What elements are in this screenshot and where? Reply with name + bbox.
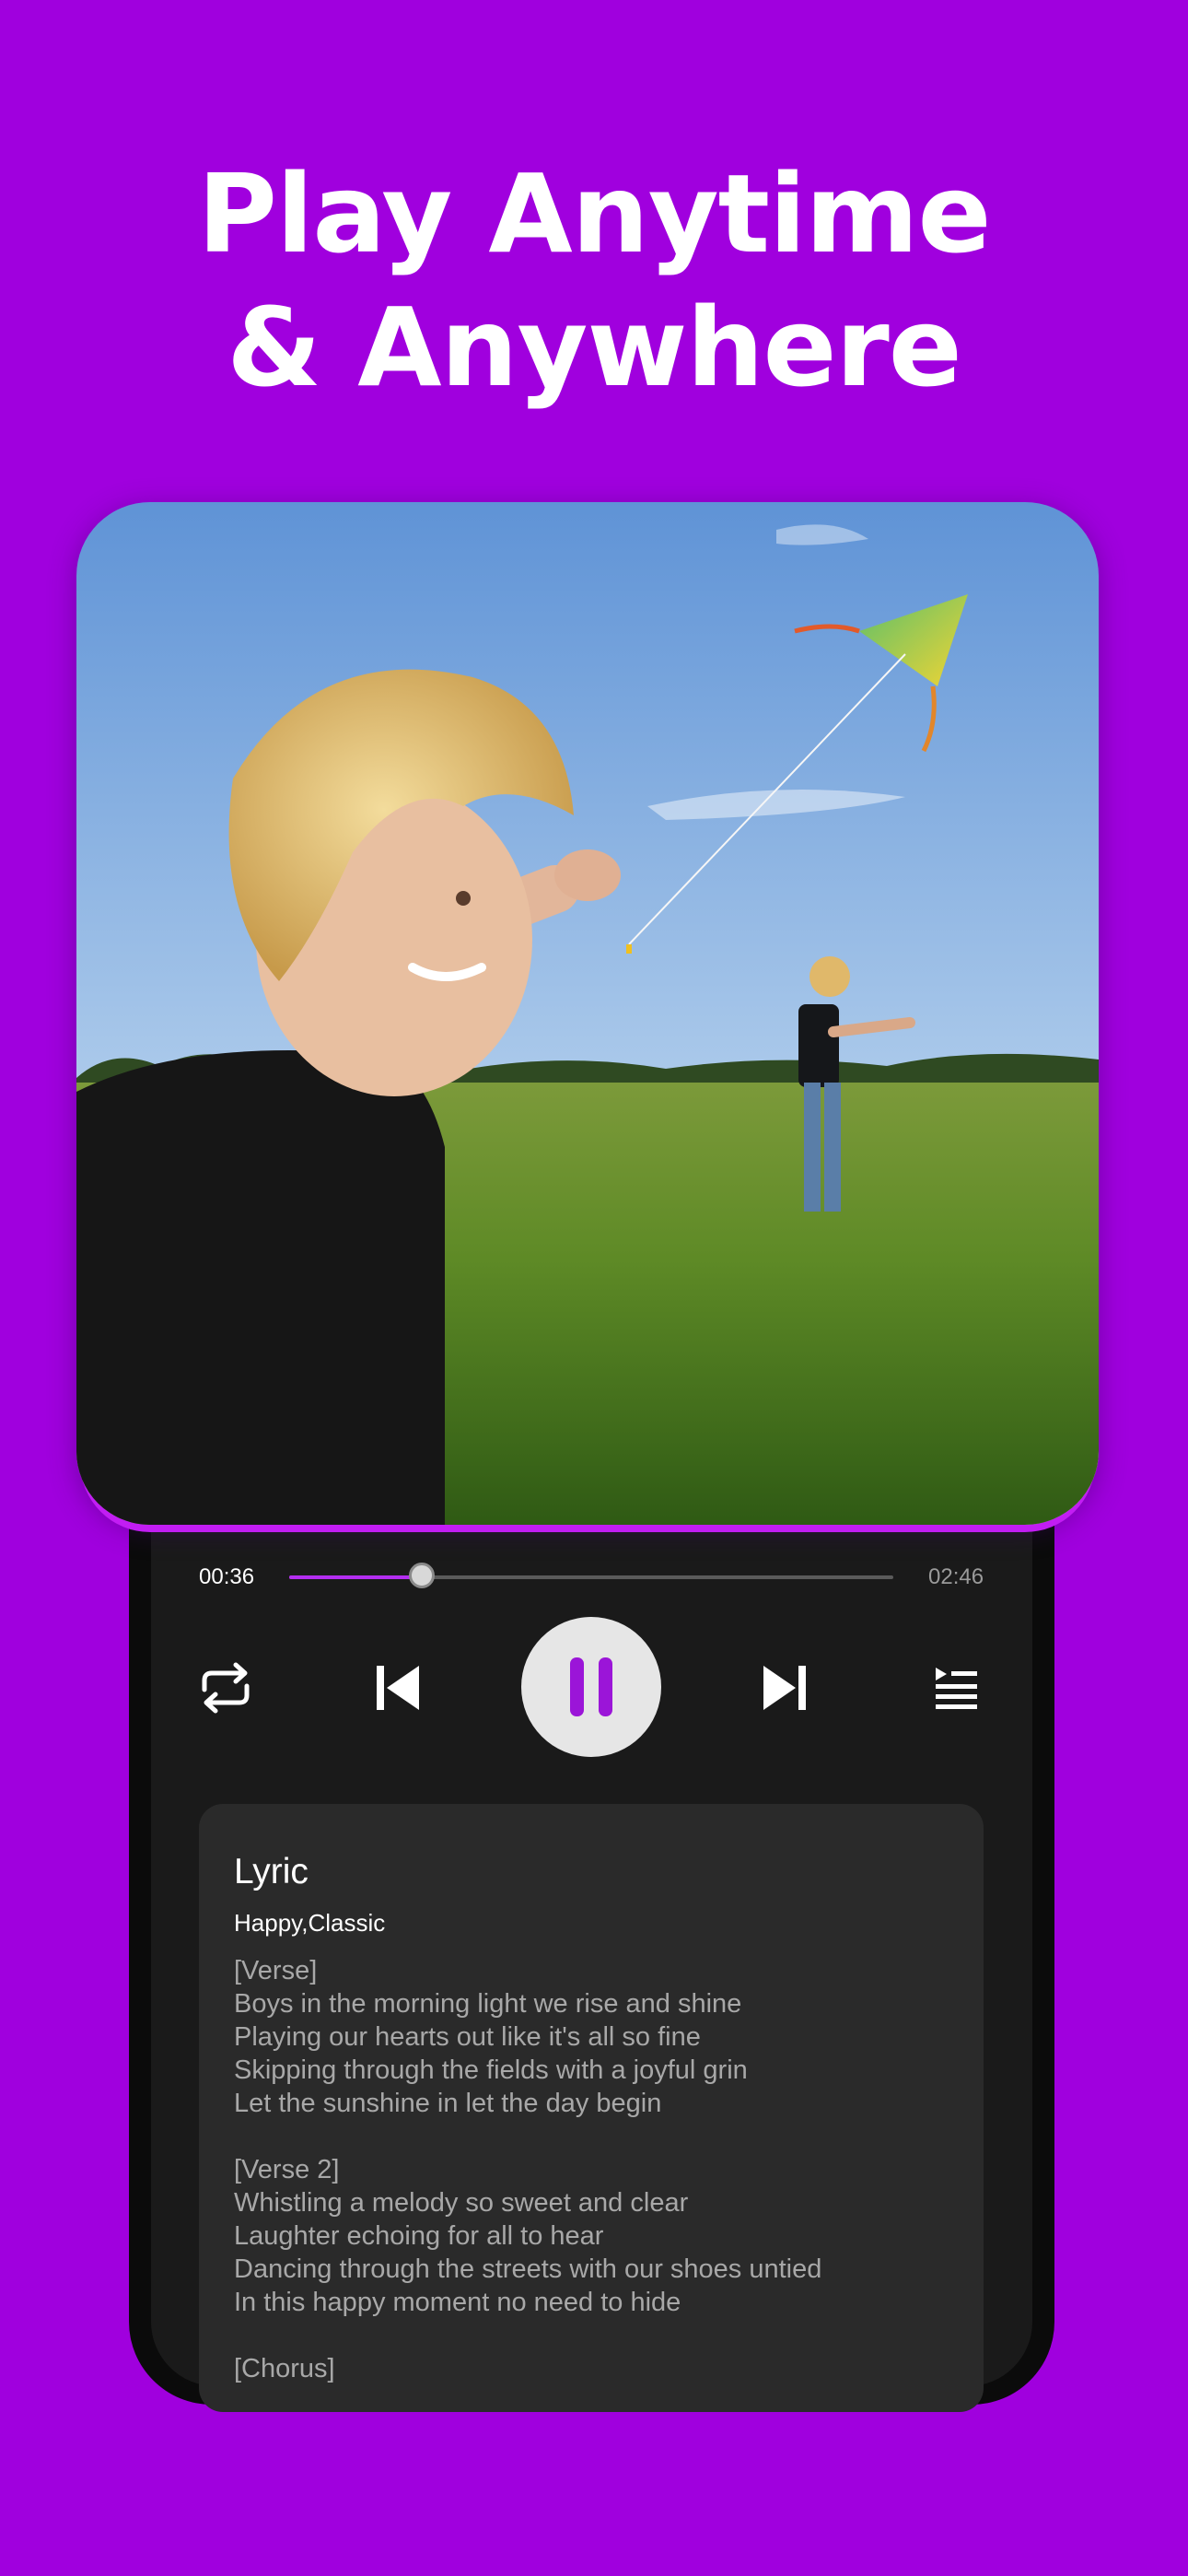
- seek-bar[interactable]: [289, 1563, 893, 1588]
- skip-next-icon: [763, 1666, 806, 1710]
- lyric-line: [Chorus]: [234, 2354, 335, 2383]
- previous-button[interactable]: [368, 1658, 427, 1717]
- lyric-line: Boys in the morning light we rise and sh…: [234, 1989, 742, 2019]
- lyrics-title: Lyric: [234, 1852, 309, 1891]
- pause-icon: [570, 1657, 612, 1716]
- lyric-line: [234, 2319, 956, 2352]
- headline: Play Anytime & Anywhere: [0, 147, 1188, 415]
- lyric-line: [Verse]: [234, 1956, 318, 1985]
- lyric-line: Dancing through the streets with our sho…: [234, 2254, 822, 2284]
- total-duration: 02:46: [928, 1564, 984, 1589]
- lyrics-card[interactable]: Lyric Happy,Classic [Verse] Boys in the …: [199, 1804, 984, 2412]
- lyric-line: In this happy moment no need to hide: [234, 2288, 681, 2317]
- lyric-line: Let the sunshine in let the day begin: [234, 2089, 662, 2118]
- skip-previous-icon: [377, 1666, 419, 1710]
- lyric-line: Laughter echoing for all to hear: [234, 2221, 604, 2251]
- next-button[interactable]: [755, 1658, 814, 1717]
- repeat-button[interactable]: [193, 1658, 258, 1717]
- album-artwork: [76, 502, 1099, 1525]
- lyric-line: Playing our hearts out like it's all so …: [234, 2022, 701, 2052]
- lyric-line: [234, 2120, 956, 2153]
- lyric-line: [Verse 2]: [234, 2155, 340, 2184]
- pause-button[interactable]: [521, 1617, 661, 1757]
- lyric-line: Skipping through the fields with a joyfu…: [234, 2055, 748, 2085]
- lyric-line: Whistling a melody so sweet and clear: [234, 2188, 689, 2218]
- album-artwork-photo: [76, 502, 1099, 1525]
- lyrics-text: [Verse] Boys in the morning light we ris…: [234, 1954, 956, 2385]
- elapsed-time: 00:36: [199, 1564, 255, 1589]
- queue-button[interactable]: [926, 1658, 985, 1717]
- playlist-queue-icon: [936, 1668, 977, 1709]
- headline-line-1: Play Anytime: [197, 150, 991, 277]
- repeat-icon: [202, 1662, 250, 1714]
- seek-bar-progress: [289, 1575, 423, 1579]
- lyrics-tags: Happy,Classic: [234, 1909, 386, 1937]
- headline-line-2: & Anywhere: [227, 284, 962, 411]
